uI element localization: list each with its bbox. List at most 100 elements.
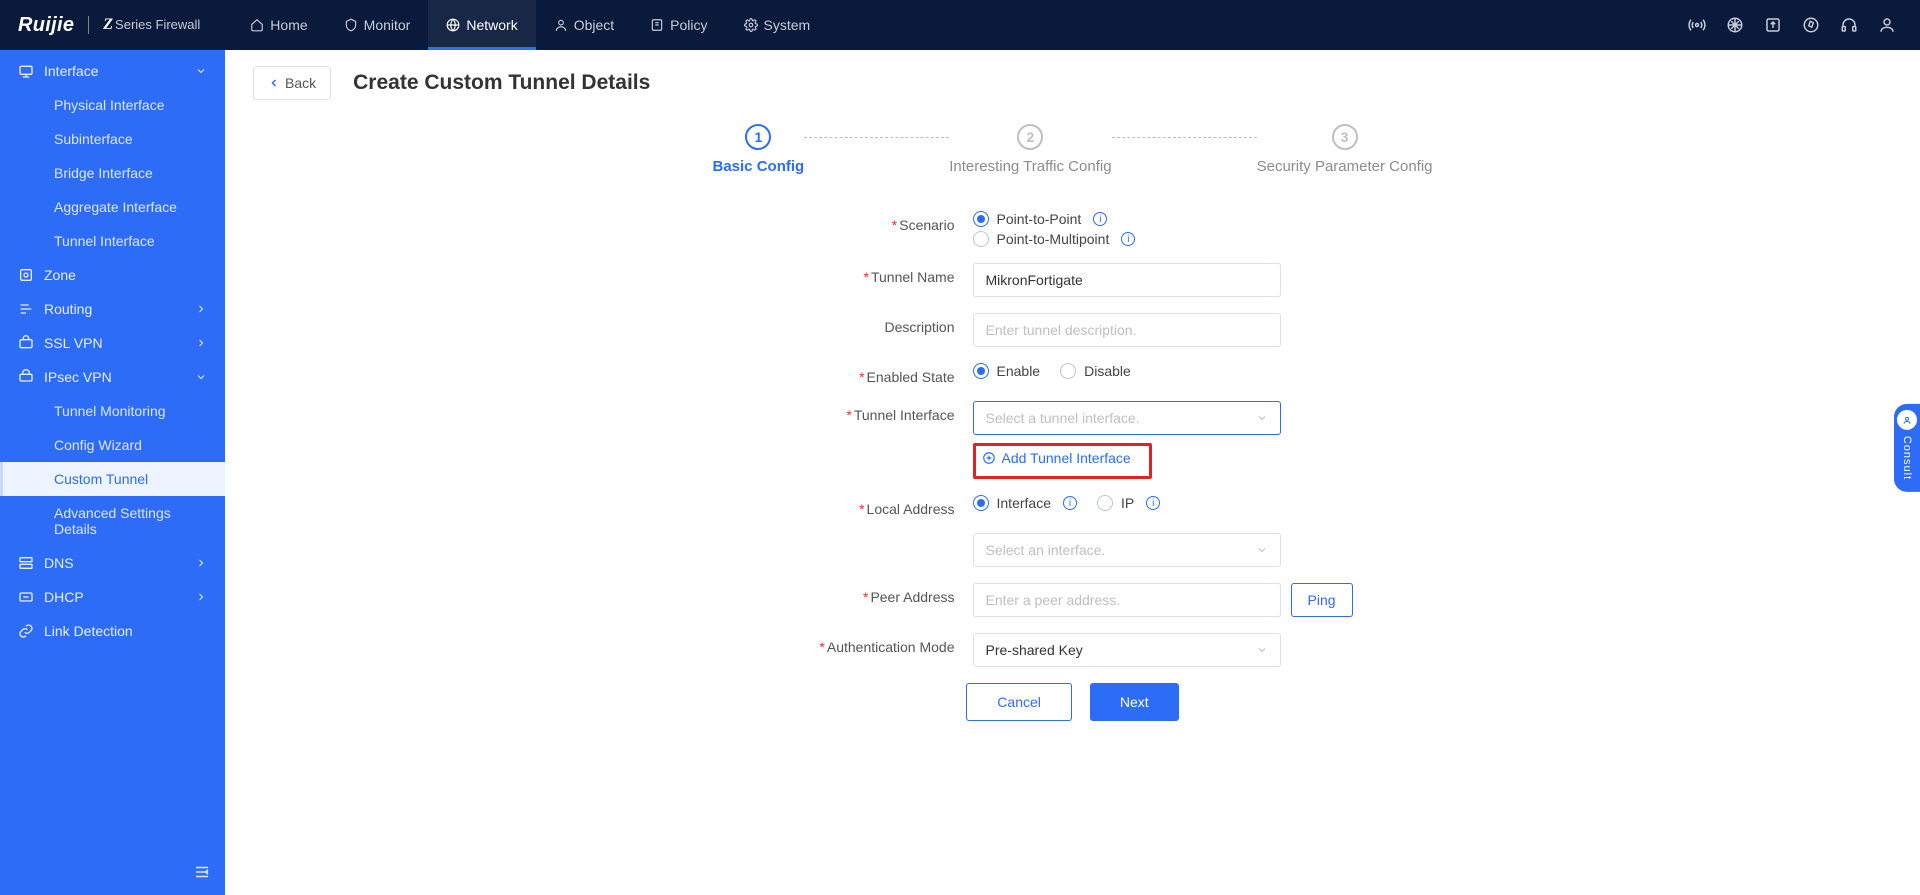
- add-tunnel-interface-highlight: Add Tunnel Interface: [973, 443, 1152, 479]
- consult-widget[interactable]: Consult: [1894, 403, 1920, 491]
- sidebar: Interface Physical Interface Subinterfac…: [0, 50, 225, 895]
- brand-logo: Ruijie: [18, 14, 74, 37]
- dns-icon: [18, 555, 34, 571]
- plus-circle-icon: [982, 451, 996, 465]
- nav-system[interactable]: System: [726, 0, 829, 50]
- ping-button[interactable]: Ping: [1291, 583, 1353, 617]
- sidebar-ssl-vpn[interactable]: SSL VPN: [0, 326, 225, 360]
- sidebar-interface[interactable]: Interface: [0, 54, 225, 88]
- description-label: Description: [613, 313, 973, 335]
- local-interface-select[interactable]: Select an interface.: [973, 533, 1281, 567]
- chevron-down-icon: [195, 371, 207, 383]
- info-icon[interactable]: i: [1093, 212, 1107, 226]
- sidebar-dns[interactable]: DNS: [0, 546, 225, 580]
- headset-icon[interactable]: [1840, 16, 1858, 34]
- info-icon[interactable]: i: [1146, 496, 1160, 510]
- chevron-down-icon: [1256, 644, 1268, 656]
- step-security-parameter[interactable]: 3 Security Parameter Config: [1257, 124, 1433, 175]
- routing-icon: [18, 301, 34, 317]
- sidebar-ipsec-vpn[interactable]: IPsec VPN: [0, 360, 225, 394]
- sidebar-dhcp[interactable]: DHCP: [0, 580, 225, 614]
- chevron-down-icon: [1256, 412, 1268, 424]
- profile-icon[interactable]: [1878, 16, 1896, 34]
- upload-icon[interactable]: [1764, 16, 1782, 34]
- sidebar-routing[interactable]: Routing: [0, 292, 225, 326]
- gear-icon: [744, 18, 758, 32]
- tunnel-interface-select[interactable]: Select a tunnel interface.: [973, 401, 1281, 435]
- enabled-disable[interactable]: Disable: [1060, 363, 1131, 379]
- step-interesting-traffic[interactable]: 2 Interesting Traffic Config: [949, 124, 1111, 175]
- scenario-label: *Scenario: [613, 211, 973, 233]
- chevron-down-icon: [1256, 544, 1268, 556]
- step-basic-config[interactable]: 1 Basic Config: [713, 124, 805, 175]
- back-button[interactable]: Back: [253, 66, 331, 100]
- sidebar-aggregate-interface[interactable]: Aggregate Interface: [54, 190, 225, 224]
- nav-home[interactable]: Home: [232, 0, 325, 50]
- tunnel-name-input[interactable]: [973, 263, 1281, 297]
- nav-utility-icons: [1688, 16, 1896, 34]
- scenario-p2mp-radio[interactable]: [973, 231, 989, 247]
- policy-icon: [650, 18, 664, 32]
- enabled-enable[interactable]: Enable: [973, 363, 1041, 379]
- local-addr-ip[interactable]: IP i: [1097, 495, 1160, 511]
- step-connector: [804, 137, 949, 138]
- scenario-p2p-radio[interactable]: [973, 211, 989, 227]
- auth-mode-select[interactable]: Pre-shared Key: [973, 633, 1281, 667]
- nav-monitor[interactable]: Monitor: [326, 0, 429, 50]
- add-tunnel-interface-link[interactable]: Add Tunnel Interface: [982, 450, 1131, 466]
- sidebar-bridge-interface[interactable]: Bridge Interface: [54, 156, 225, 190]
- local-addr-interface[interactable]: Interface i: [973, 495, 1077, 511]
- sidebar-config-wizard[interactable]: Config Wizard: [54, 428, 225, 462]
- page-title: Create Custom Tunnel Details: [353, 71, 650, 95]
- compass-icon[interactable]: [1802, 16, 1820, 34]
- user-icon: [554, 18, 568, 32]
- chevron-left-icon: [268, 77, 280, 89]
- nav-policy[interactable]: Policy: [632, 0, 725, 50]
- sidebar-advanced-settings[interactable]: Advanced Settings Details: [54, 496, 225, 546]
- info-icon[interactable]: i: [1063, 496, 1077, 510]
- sidebar-custom-tunnel[interactable]: Custom Tunnel: [0, 462, 225, 496]
- brand-series: ZSeries Firewall: [103, 16, 200, 34]
- steps: 1 Basic Config 2 Interesting Traffic Con…: [713, 124, 1433, 175]
- sidebar-zone[interactable]: Zone: [0, 258, 225, 292]
- sidebar-subinterface[interactable]: Subinterface: [54, 122, 225, 156]
- description-input[interactable]: [973, 313, 1281, 347]
- local-ip-radio[interactable]: [1097, 495, 1113, 511]
- sidebar-physical-interface[interactable]: Physical Interface: [54, 88, 225, 122]
- dhcp-icon: [18, 589, 34, 605]
- local-address-label: *Local Address: [613, 495, 973, 517]
- main-content: Back Create Custom Tunnel Details 1 Basi…: [225, 50, 1920, 895]
- local-interface-radio[interactable]: [973, 495, 989, 511]
- chevron-right-icon: [195, 591, 207, 603]
- top-nav: Ruijie ZSeries Firewall Home Monitor Net…: [0, 0, 1920, 50]
- brand-separator: [88, 16, 89, 34]
- scenario-p2p[interactable]: Point-to-Point i: [973, 211, 1108, 227]
- tunnel-name-label: *Tunnel Name: [613, 263, 973, 285]
- sslvpn-icon: [18, 335, 34, 351]
- nav-object[interactable]: Object: [536, 0, 632, 50]
- info-icon[interactable]: i: [1121, 232, 1135, 246]
- consult-avatar-icon: [1897, 409, 1917, 429]
- sidebar-tunnel-monitoring[interactable]: Tunnel Monitoring: [54, 394, 225, 428]
- peer-address-input[interactable]: [973, 583, 1281, 617]
- scenario-p2mp[interactable]: Point-to-Multipoint i: [973, 231, 1136, 247]
- form: *Scenario Point-to-Point i Point-to-Mult…: [613, 211, 1533, 721]
- step-connector: [1112, 137, 1257, 138]
- next-button[interactable]: Next: [1090, 683, 1179, 721]
- disable-radio[interactable]: [1060, 363, 1076, 379]
- cancel-button[interactable]: Cancel: [966, 683, 1072, 721]
- broadcast-icon[interactable]: [1688, 16, 1706, 34]
- sidebar-collapse-icon[interactable]: [193, 863, 211, 881]
- dashboard-icon[interactable]: [1726, 16, 1744, 34]
- enable-radio[interactable]: [973, 363, 989, 379]
- peer-address-label: *Peer Address: [613, 583, 973, 605]
- enabled-state-label: *Enabled State: [613, 363, 973, 385]
- sidebar-tunnel-interface[interactable]: Tunnel Interface: [54, 224, 225, 258]
- auth-mode-label: *Authentication Mode: [613, 633, 973, 655]
- nav-network[interactable]: Network: [428, 0, 535, 50]
- chevron-right-icon: [195, 557, 207, 569]
- home-icon: [250, 18, 264, 32]
- globe-icon: [446, 18, 460, 32]
- sidebar-link-detection[interactable]: Link Detection: [0, 614, 225, 648]
- brand: Ruijie ZSeries Firewall: [0, 14, 200, 37]
